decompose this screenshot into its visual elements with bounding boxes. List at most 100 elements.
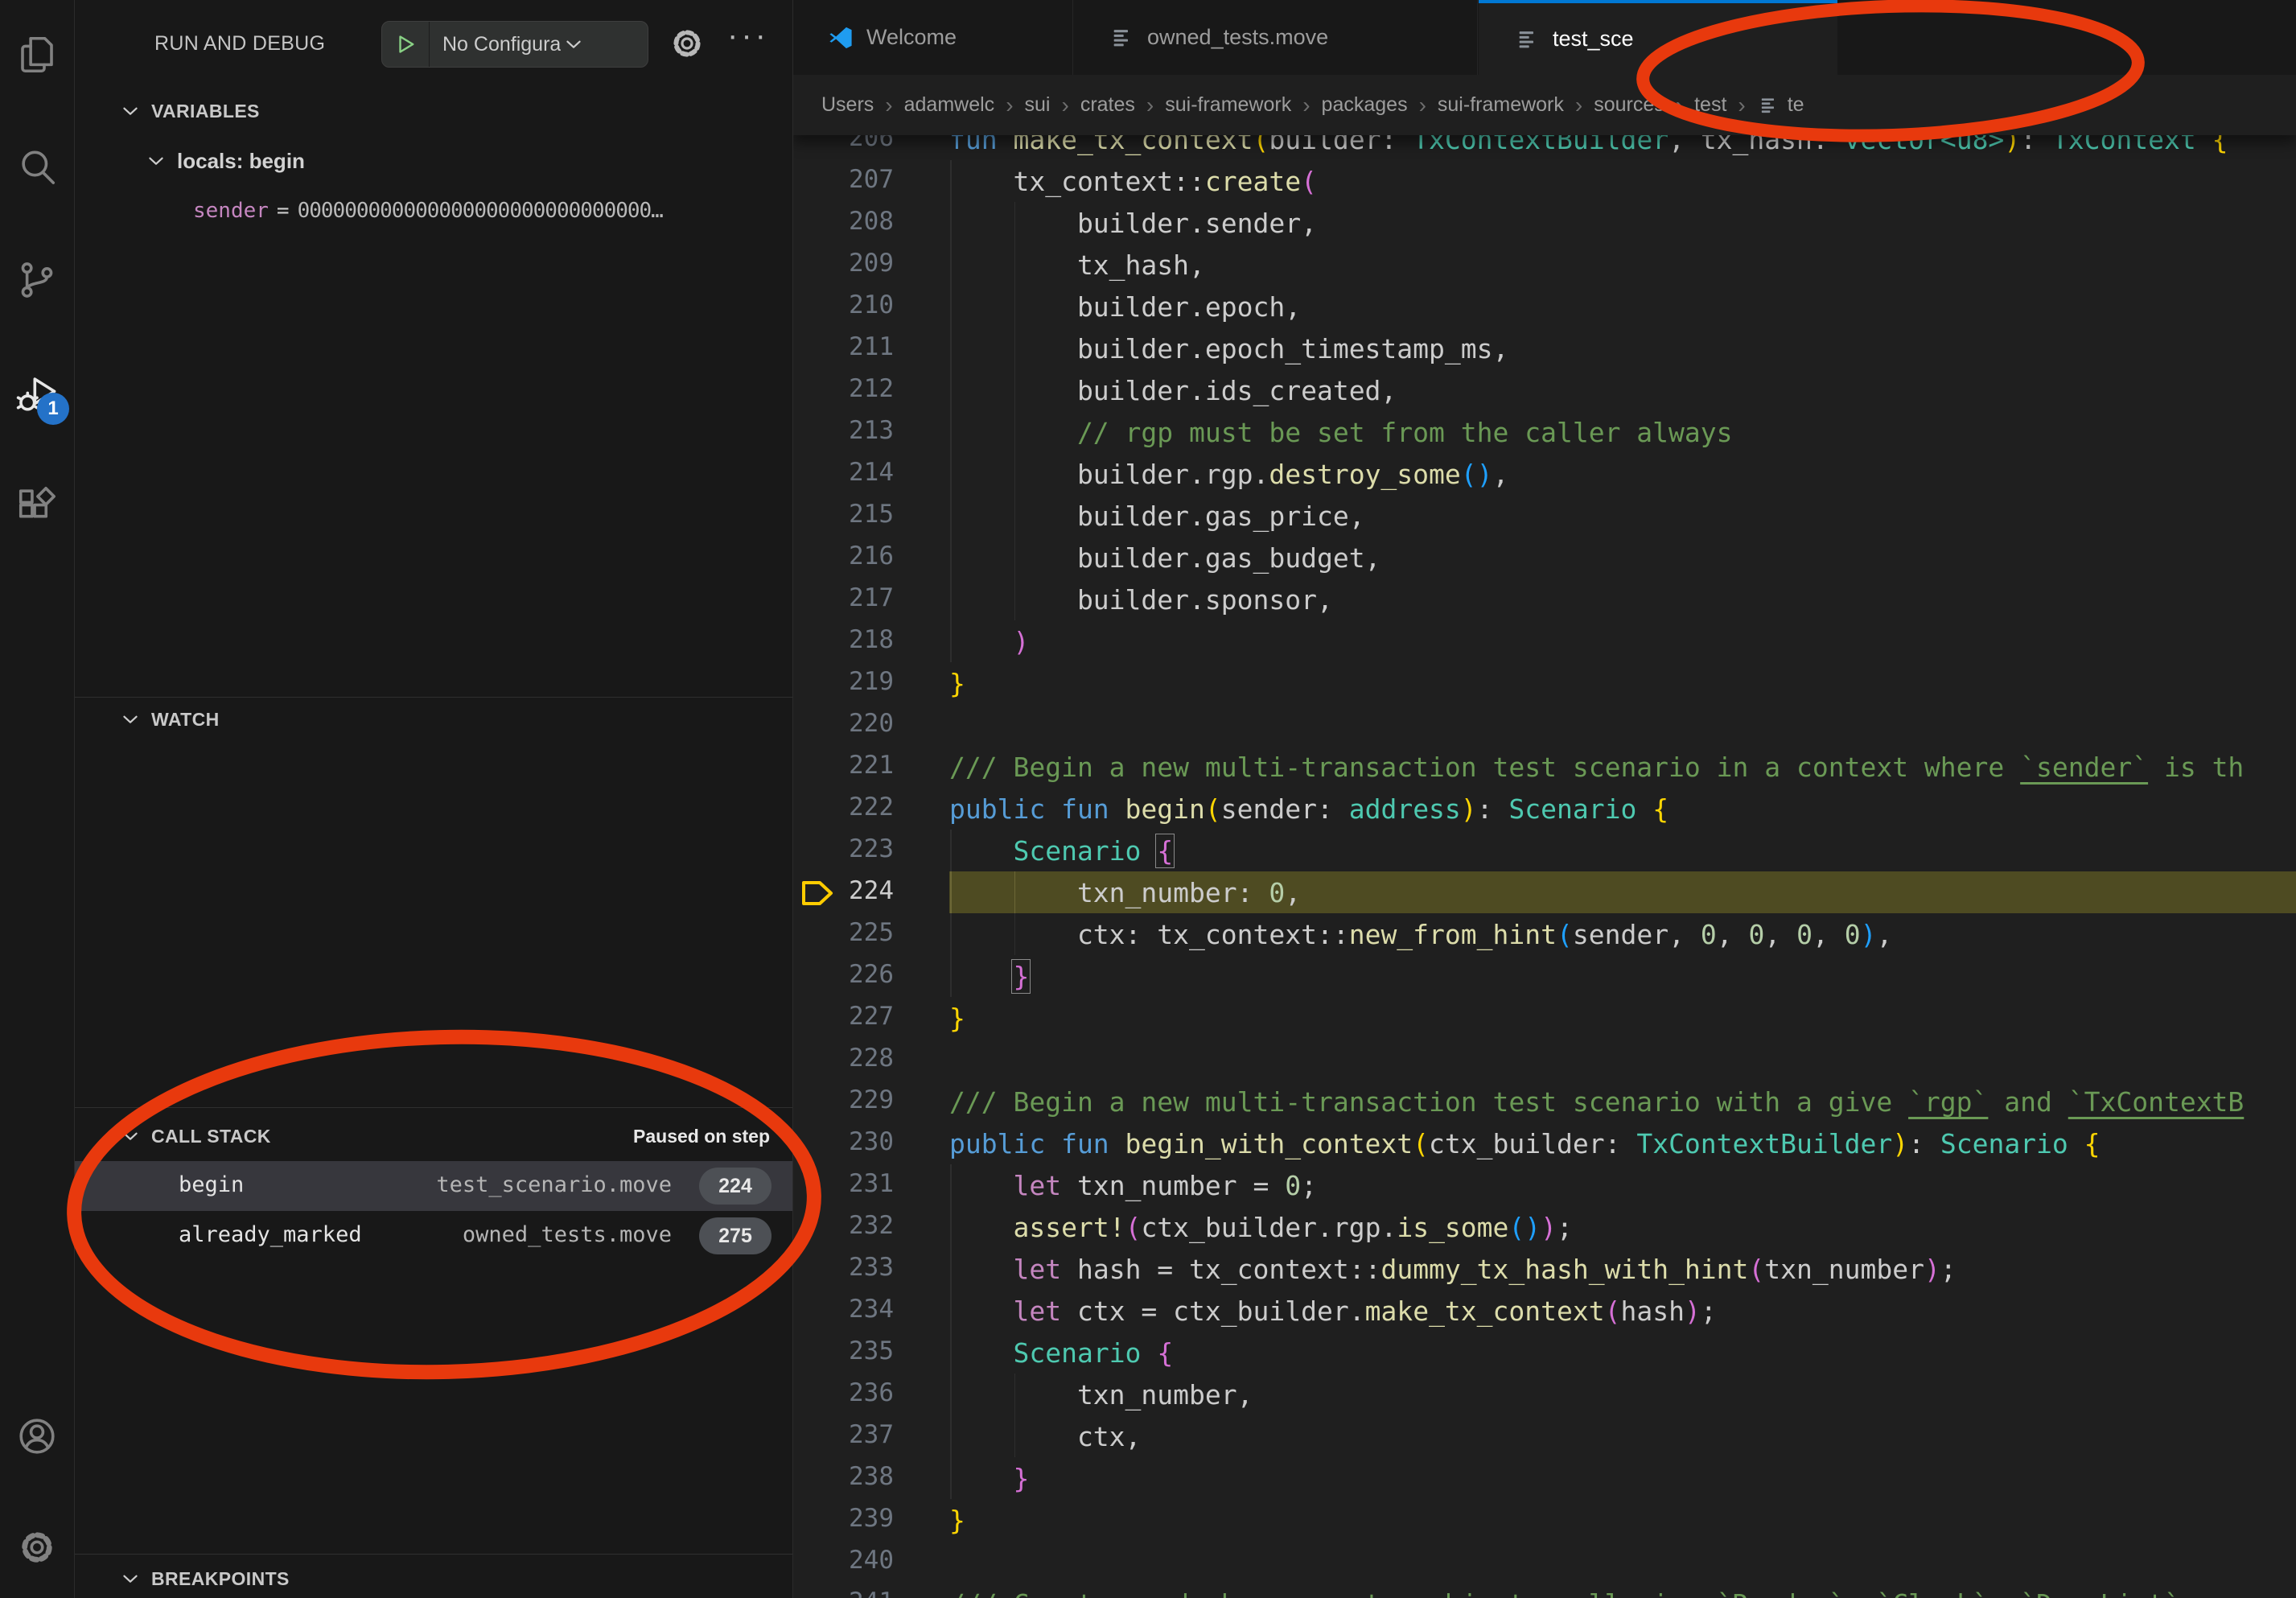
code-line[interactable]: 233 let hash = tx_context::dummy_tx_hash… [792, 1248, 2296, 1290]
code-line[interactable]: 213 // rgp must be set from the caller a… [792, 411, 2296, 453]
code-line[interactable]: 218 ) [792, 620, 2296, 662]
code-line[interactable]: 216 builder.gas_budget, [792, 537, 2296, 579]
breadcrumb-item[interactable]: packages [1322, 93, 1408, 117]
code-line[interactable]: 225 ctx: tx_context::new_from_hint(sende… [792, 913, 2296, 955]
more-actions-icon[interactable]: ··· [727, 18, 769, 54]
code-line[interactable]: 211 builder.epoch_timestamp_ms, [792, 327, 2296, 369]
breadcrumb-item[interactable]: sui-framework [1438, 93, 1564, 117]
section-header-variables[interactable]: VARIABLES [74, 90, 792, 132]
line-number[interactable]: 240 [831, 1546, 894, 1575]
activity-bar-source-control[interactable] [0, 241, 74, 322]
line-number[interactable]: 226 [831, 960, 894, 989]
code-line[interactable]: 230public fun begin_with_context(ctx_bui… [792, 1122, 2296, 1164]
debug-config-dropdown[interactable]: No Configura [381, 21, 648, 68]
activity-bar-run-and-debug[interactable]: 1 [0, 356, 74, 436]
line-number[interactable]: 238 [831, 1462, 894, 1491]
line-number[interactable]: 235 [831, 1336, 894, 1365]
code-line[interactable]: 219} [792, 662, 2296, 704]
line-number[interactable]: 231 [831, 1169, 894, 1198]
breadcrumb-item[interactable]: crates [1080, 93, 1135, 117]
code-line[interactable]: 226 } [792, 955, 2296, 997]
code-line[interactable]: 214 builder.rgp.destroy_some(), [792, 453, 2296, 495]
breadcrumb-item[interactable]: te [1788, 93, 1804, 117]
call-stack-frame-begin[interactable]: begintest_scenario.move224 [74, 1161, 792, 1211]
line-number[interactable]: 220 [831, 709, 894, 738]
line-number[interactable]: 219 [831, 667, 894, 696]
line-number[interactable]: 209 [831, 249, 894, 278]
code-line[interactable]: 241/// Creates and shares system objects… [792, 1583, 2296, 1598]
line-number[interactable]: 230 [831, 1127, 894, 1156]
code-line[interactable]: 221/// Begin a new multi-transaction tes… [792, 746, 2296, 788]
line-number[interactable]: 211 [831, 332, 894, 361]
breadcrumb-item[interactable]: sui [1025, 93, 1051, 117]
line-number[interactable]: 239 [831, 1504, 894, 1533]
line-number[interactable]: 228 [831, 1044, 894, 1073]
line-number[interactable]: 234 [831, 1295, 894, 1324]
breadcrumb-item[interactable]: sources [1594, 93, 1664, 117]
variables-scope-row[interactable]: locals: begin [74, 138, 863, 183]
code-line[interactable]: 234 let ctx = ctx_builder.make_tx_contex… [792, 1290, 2296, 1332]
code-line[interactable]: 240 [792, 1541, 2296, 1583]
code-line[interactable]: 236 txn_number, [792, 1374, 2296, 1415]
code-line[interactable]: 215 builder.gas_price, [792, 495, 2296, 537]
line-number[interactable]: 225 [831, 918, 894, 947]
line-number[interactable]: 218 [831, 625, 894, 654]
code-line[interactable]: 217 builder.sponsor, [792, 579, 2296, 620]
section-header-watch[interactable]: WATCH [74, 698, 792, 740]
line-number[interactable]: 212 [831, 374, 894, 403]
line-number[interactable]: 229 [831, 1085, 894, 1114]
line-number[interactable]: 221 [831, 751, 894, 780]
line-number[interactable]: 236 [831, 1378, 894, 1407]
activity-bar-settings-gear[interactable] [0, 1509, 74, 1589]
activity-bar-extensions[interactable] [0, 468, 74, 549]
breadcrumb-item[interactable]: sui-framework [1165, 93, 1291, 117]
line-number[interactable]: 216 [831, 542, 894, 570]
activity-bar-files[interactable] [0, 16, 74, 97]
code-line[interactable]: 209 tx_hash, [792, 244, 2296, 286]
line-number[interactable]: 227 [831, 1002, 894, 1031]
tab-owned-tests-move[interactable]: owned_tests.move [1073, 0, 1478, 75]
breadcrumb-item[interactable]: test [1694, 93, 1726, 117]
line-number[interactable]: 214 [831, 458, 894, 487]
line-number[interactable]: 217 [831, 583, 894, 612]
line-number[interactable]: 224 [831, 876, 894, 905]
variable-row-sender[interactable]: sender = 000000000000000000000000000000… [74, 188, 911, 233]
breadcrumb-item[interactable]: adamwelc [904, 93, 995, 117]
code-line[interactable]: 207 tx_context::create( [792, 160, 2296, 202]
code-line[interactable]: 224 txn_number: 0, [792, 871, 2296, 913]
code-line[interactable]: 227} [792, 997, 2296, 1039]
activity-bar-account[interactable] [0, 1398, 74, 1478]
code-line[interactable]: 235 Scenario { [792, 1332, 2296, 1374]
line-number[interactable]: 210 [831, 290, 894, 319]
code-line[interactable]: 220 [792, 704, 2296, 746]
code-line[interactable]: 222public fun begin(sender: address): Sc… [792, 788, 2296, 830]
line-number[interactable]: 233 [831, 1253, 894, 1282]
line-number[interactable]: 232 [831, 1211, 894, 1240]
line-number[interactable]: 237 [831, 1420, 894, 1449]
line-number[interactable]: 213 [831, 416, 894, 445]
activity-bar-search[interactable] [0, 129, 74, 209]
breadcrumb-item[interactable]: Users [821, 93, 874, 117]
code-line[interactable]: 238 } [792, 1457, 2296, 1499]
code-editor[interactable]: 206fun make_tx_context(builder: TxContex… [792, 0, 2296, 1598]
call-stack-frame-already_marked[interactable]: already_markedowned_tests.move275 [74, 1211, 792, 1261]
code-line[interactable]: 237 ctx, [792, 1415, 2296, 1457]
code-line[interactable]: 228 [792, 1039, 2296, 1081]
code-line[interactable]: 208 builder.sender, [792, 202, 2296, 244]
tab-welcome[interactable]: Welcome [792, 0, 1073, 75]
code-line[interactable]: 229/// Begin a new multi-transaction tes… [792, 1081, 2296, 1122]
line-number[interactable]: 222 [831, 793, 894, 822]
code-line[interactable]: 212 builder.ids_created, [792, 369, 2296, 411]
code-line[interactable]: 223 Scenario { [792, 830, 2296, 871]
line-number[interactable]: 223 [831, 834, 894, 863]
code-line[interactable]: 239} [792, 1499, 2296, 1541]
settings-gear-icon[interactable] [668, 24, 706, 67]
tab-test-sce[interactable]: test_sce [1479, 0, 1837, 75]
section-header-call-stack[interactable]: CALL STACK Paused on step [74, 1115, 792, 1157]
section-header-breakpoints[interactable]: BREAKPOINTS [74, 1558, 792, 1598]
line-number[interactable]: 241 [831, 1588, 894, 1598]
code-line[interactable]: 231 let txn_number = 0; [792, 1164, 2296, 1206]
start-debugging-icon[interactable] [382, 22, 430, 67]
code-line[interactable]: 210 builder.epoch, [792, 286, 2296, 327]
line-number[interactable]: 215 [831, 500, 894, 529]
